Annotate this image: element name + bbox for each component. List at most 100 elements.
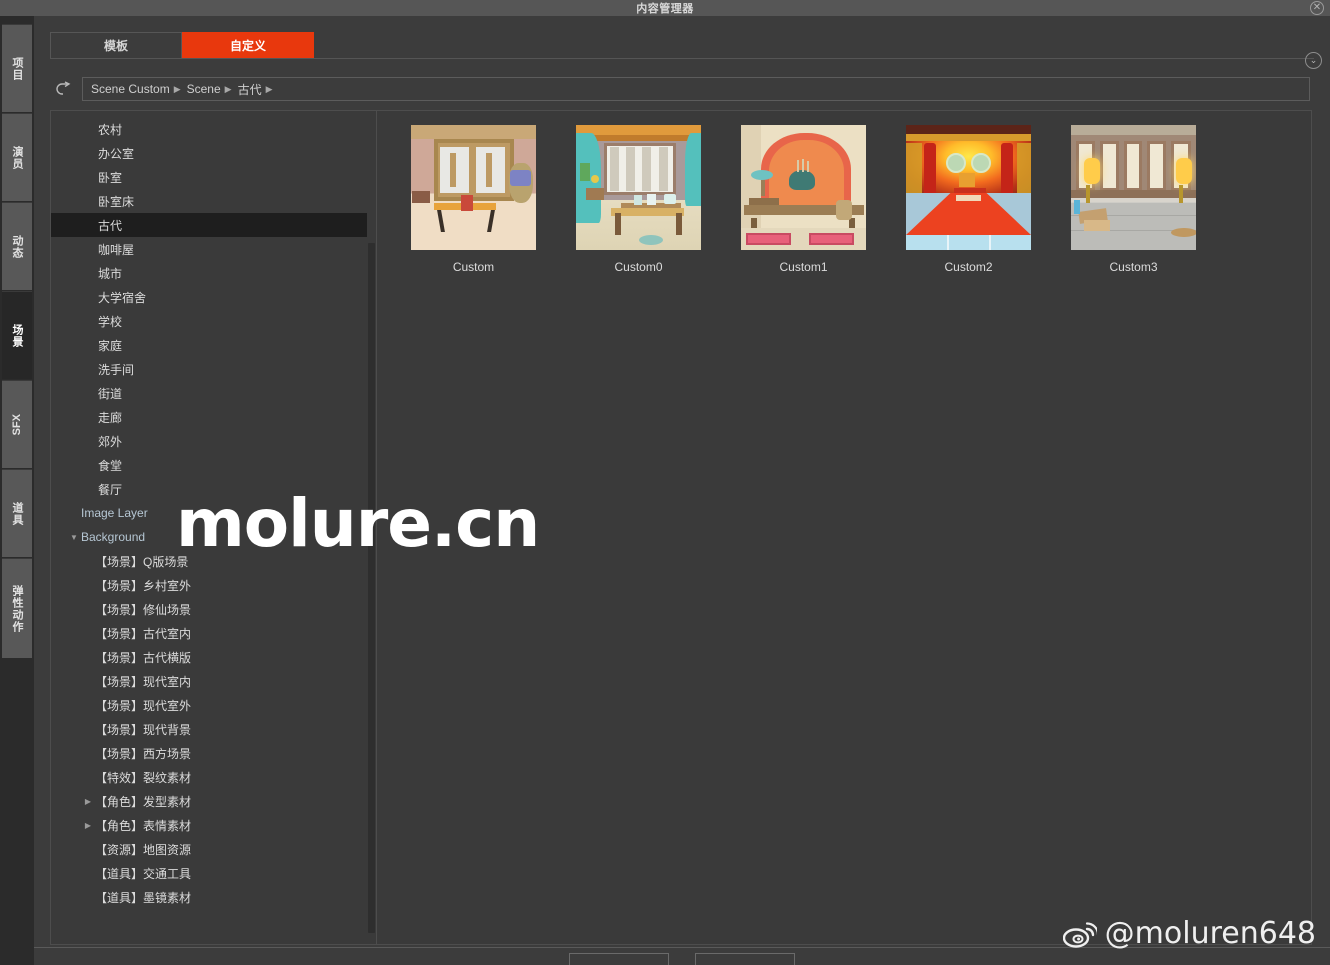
back-arrow-icon[interactable] — [50, 76, 82, 102]
asset-card[interactable]: Custom2 — [886, 125, 1051, 274]
asset-label: Custom — [452, 260, 495, 274]
tree-item[interactable]: 【道具】交通工具 — [51, 861, 376, 885]
tree-item-label: 街道 — [98, 386, 123, 401]
chevron-down-icon[interactable]: ⌄ — [1305, 52, 1322, 69]
rail-tab-label: 道具 — [11, 501, 23, 526]
breadcrumb-separator: ▶ — [173, 83, 181, 94]
asset-card[interactable]: Custom1 — [721, 125, 886, 274]
tree-item-label: 【场景】修仙场景 — [95, 602, 192, 617]
rail-tab-0[interactable]: 项目 — [2, 24, 32, 112]
breadcrumb-segment-0[interactable]: Scene Custom — [91, 82, 170, 96]
tree-item-label: 办公室 — [98, 146, 135, 161]
rail-tab-label: 动态 — [11, 234, 23, 259]
tree-item[interactable]: 【资源】地图资源 — [51, 837, 376, 861]
sidebar-rail: 项目演员动态场景 SFX 道具弹性动作 — [0, 16, 34, 965]
tree-item[interactable]: 【场景】西方场景 — [51, 741, 376, 765]
category-tree-panel: 农村办公室卧室卧室床古代咖啡屋城市大学宿舍学校 家庭洗手间街道走廊郊外 食堂 餐厅 Im… — [51, 111, 377, 944]
rail-tab-label: 项目 — [11, 56, 23, 81]
tree-item[interactable]: ▶ 【角色】发型素材 — [51, 789, 376, 813]
asset-label: Custom3 — [1109, 260, 1158, 274]
tree-item[interactable]: 古代 — [51, 213, 376, 237]
tree-item-label: 【场景】西方场景 — [95, 746, 192, 761]
chevron-right-icon[interactable]: ▶ — [81, 821, 95, 830]
tree-item-label: 【特效】裂纹素材 — [95, 770, 192, 785]
tree-item[interactable]: ▼ Background — [51, 525, 376, 549]
asset-thumbnail[interactable] — [1071, 125, 1196, 250]
tree-item[interactable]: 咖啡屋 — [51, 237, 376, 261]
tree-item-label: 【场景】古代横版 — [95, 650, 192, 665]
tree-item[interactable]: ▶ 【角色】表情素材 — [51, 813, 376, 837]
window-titlebar: 内容管理器 ✕ — [0, 0, 1330, 16]
breadcrumb-segment-2[interactable]: 古代 — [238, 81, 262, 98]
tree-scrollbar-track[interactable] — [367, 111, 376, 944]
tree-item-label: 城市 — [98, 266, 123, 281]
tree-item[interactable]: 【场景】现代背景 — [51, 717, 376, 741]
tree-item[interactable]: 家庭 — [51, 333, 376, 357]
chevron-right-icon[interactable]: ▶ — [81, 797, 95, 806]
window-title: 内容管理器 — [636, 3, 694, 15]
tree-item[interactable]: 卧室 — [51, 165, 376, 189]
asset-thumbnail[interactable] — [741, 125, 866, 250]
tree-item[interactable]: 郊外 — [51, 429, 376, 453]
tree-item[interactable]: 农村 — [51, 117, 376, 141]
content-manager-window: 内容管理器 ✕ 项目演员动态场景 SFX 道具弹性动作 模板 自定义 ⌄ Scene … — [0, 0, 1330, 965]
tree-item-label: 【场景】古代室内 — [95, 626, 192, 641]
tree-item[interactable]: 办公室 — [51, 141, 376, 165]
tab-bar: 模板 自定义 — [50, 32, 1314, 59]
rail-tab-6[interactable]: 弹性动作 — [2, 558, 32, 658]
rail-tab-4[interactable]: SFX — [2, 380, 32, 468]
tree-item[interactable]: 卧室床 — [51, 189, 376, 213]
rail-tab-label: 演员 — [11, 145, 23, 170]
asset-thumbnail[interactable] — [906, 125, 1031, 250]
asset-card[interactable]: Custom0 — [556, 125, 721, 274]
tree-item[interactable]: 【道具】墨镜素材 — [51, 885, 376, 909]
asset-thumbnail[interactable] — [576, 125, 701, 250]
asset-thumbnail[interactable] — [411, 125, 536, 250]
bottom-button-0[interactable] — [569, 953, 669, 965]
tree-item[interactable]: 餐厅 — [51, 477, 376, 501]
tree-item-label: 洗手间 — [98, 362, 135, 377]
asset-label: Custom0 — [614, 260, 663, 274]
tree-item-label: 【场景】Q版场景 — [95, 554, 189, 569]
tree-item[interactable]: 洗手间 — [51, 357, 376, 381]
breadcrumb-separator: ▶ — [265, 83, 273, 94]
tree-item[interactable]: 【场景】现代室内 — [51, 669, 376, 693]
close-icon[interactable]: ✕ — [1310, 1, 1324, 15]
rail-tab-1[interactable]: 演员 — [2, 113, 32, 201]
tree-item-label: 大学宿舍 — [98, 290, 147, 305]
tree-item[interactable]: 学校 — [51, 309, 376, 333]
tree-item-label: 卧室 — [98, 170, 123, 185]
tree-item[interactable]: 【场景】古代室内 — [51, 621, 376, 645]
rail-tab-5[interactable]: 道具 — [2, 469, 32, 557]
tree-scrollbar-thumb[interactable] — [368, 243, 375, 933]
tree-item[interactable]: Image Layer — [51, 501, 376, 525]
breadcrumb[interactable]: Scene Custom ▶ Scene ▶ 古代 ▶ — [82, 77, 1310, 101]
tree-item[interactable]: 【场景】现代室外 — [51, 693, 376, 717]
tree-item[interactable]: 大学宿舍 — [51, 285, 376, 309]
rail-tab-2[interactable]: 动态 — [2, 202, 32, 290]
tree-item-label: Background — [81, 530, 146, 544]
bottom-button-1[interactable] — [695, 953, 795, 965]
tree-item[interactable]: 食堂 — [51, 453, 376, 477]
tree-item[interactable]: 【场景】修仙场景 — [51, 597, 376, 621]
tree-item[interactable]: 【特效】裂纹素材 — [51, 765, 376, 789]
asset-card[interactable]: Custom — [391, 125, 556, 274]
tree-item-label: 【角色】表情素材 — [95, 818, 192, 833]
asset-card[interactable]: Custom3 — [1051, 125, 1216, 274]
tab-0[interactable]: 模板 — [50, 32, 182, 58]
breadcrumb-segment-1[interactable]: Scene — [187, 82, 221, 96]
tree-item[interactable]: 【场景】乡村室外 — [51, 573, 376, 597]
main-panel: 模板 自定义 ⌄ Scene Custom ▶ Scene ▶ 古代 ▶ 农村 办公室 卧室 卧室… — [34, 16, 1330, 965]
tree-item[interactable]: 【场景】古代横版 — [51, 645, 376, 669]
tree-item[interactable]: 【场景】Q版场景 — [51, 549, 376, 573]
tree-item-label: 走廊 — [98, 410, 123, 425]
tree-item[interactable]: 街道 — [51, 381, 376, 405]
tree-item-label: 【场景】现代室内 — [95, 674, 192, 689]
tree-item-label: 卧室床 — [98, 194, 135, 209]
tree-item[interactable]: 走廊 — [51, 405, 376, 429]
tab-1[interactable]: 自定义 — [182, 32, 314, 58]
tree-item[interactable]: 城市 — [51, 261, 376, 285]
chevron-down-icon[interactable]: ▼ — [67, 533, 81, 542]
rail-tab-3[interactable]: 场景 — [2, 291, 32, 379]
tree-item-label: 咖啡屋 — [98, 242, 135, 257]
